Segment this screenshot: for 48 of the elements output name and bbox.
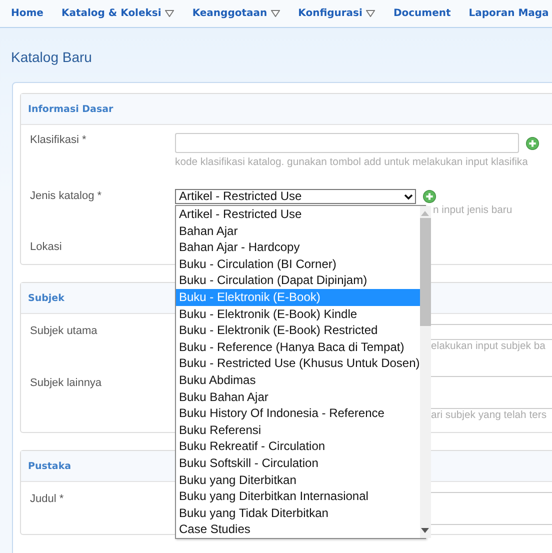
dropdown-option[interactable]: Buku - Elektronik (E-Book) Kindle [176,306,420,322]
nav-menu-item[interactable]: Laporan Maga [468,8,549,19]
field-label: Subjek utama [30,324,98,339]
scroll-down-icon[interactable] [421,528,430,533]
add-icon[interactable] [423,190,436,203]
dropdown-option[interactable]: Buku yang Diterbitkan Internasional [176,488,420,505]
nav-menu-item[interactable]: Konfigurasi [298,8,376,19]
dropdown-option[interactable]: Bahan Ajar [176,222,420,240]
section-title: Informasi Dasar [28,104,114,114]
field-hint: n input jenis baru [433,204,514,218]
field-label: Judul * [30,492,65,507]
dropdown-option[interactable]: Buku Abdimas [176,372,420,389]
dropdown-option[interactable]: Case Studies [176,521,420,538]
section-title: Pustaka [28,460,72,472]
nav-menu-item[interactable]: Document [393,8,451,19]
text-field[interactable] [175,133,519,153]
dropdown-option[interactable]: Buku - Elektronik (E-Book) Restricted [176,322,420,339]
nav-menu-item[interactable]: Keanggotaan [192,8,280,19]
dropdown-option[interactable]: Buku History Of Indonesia - Reference [176,405,420,422]
scroll-up-icon[interactable] [421,211,430,216]
nav-menu-item[interactable]: Katalog & Koleksi [61,8,174,19]
dropdown-option[interactable]: Buku - Circulation (Dapat Dipinjam) [176,272,420,289]
dropdown-option[interactable]: Buku Referensi [176,422,420,438]
dropdown-option[interactable]: Artikel - Restricted Use [176,206,420,223]
field-label: Jenis katalog * [30,189,103,204]
section-title: Subjek [28,292,64,304]
field-hint: ari subjek yang telah ters [431,409,548,423]
dropdown-option[interactable]: Buku - Reference (Hanya Baca di Tempat) [176,338,420,356]
chevron-down-icon [404,194,413,200]
field-hint: elakukan input subjek ba [431,340,546,354]
dropdown-option[interactable]: Buku Bahan Ajar [176,388,420,406]
select-field[interactable]: Artikel - Restricted Use [175,189,416,204]
dropdown-option[interactable]: Buku yang Tidak Diterbitkan [176,504,420,522]
field-label: Lokasi [30,240,63,255]
dropdown-option[interactable]: Buku Rekreatif - Circulation [176,438,420,455]
select-value: Artikel - Restricted Use [179,190,302,203]
nav-menu-item[interactable]: Home [11,8,44,19]
add-icon[interactable] [526,136,539,150]
scrollbar[interactable] [420,206,431,538]
dropdown-option[interactable]: Buku Softskill - Circulation [176,454,420,472]
page-title: Katalog Baru [11,48,93,66]
dropdown-option[interactable]: Buku yang Diterbitkan [176,472,420,488]
field-hint: kode klasifikasi katalog. gunakan tombol add untuk melakukan input klasifika [175,156,529,170]
dropdown-option[interactable]: Buku - Circulation (BI Corner) [176,256,420,272]
field-label: Subjek lainnya [30,376,103,391]
field-label: Klasifikasi * [30,133,88,148]
dropdown-option[interactable]: Bahan Ajar - Hardcopy [176,239,420,256]
dropdown-option[interactable]: Buku - Restricted Use (Khusus Untuk Dosen) [176,355,420,372]
